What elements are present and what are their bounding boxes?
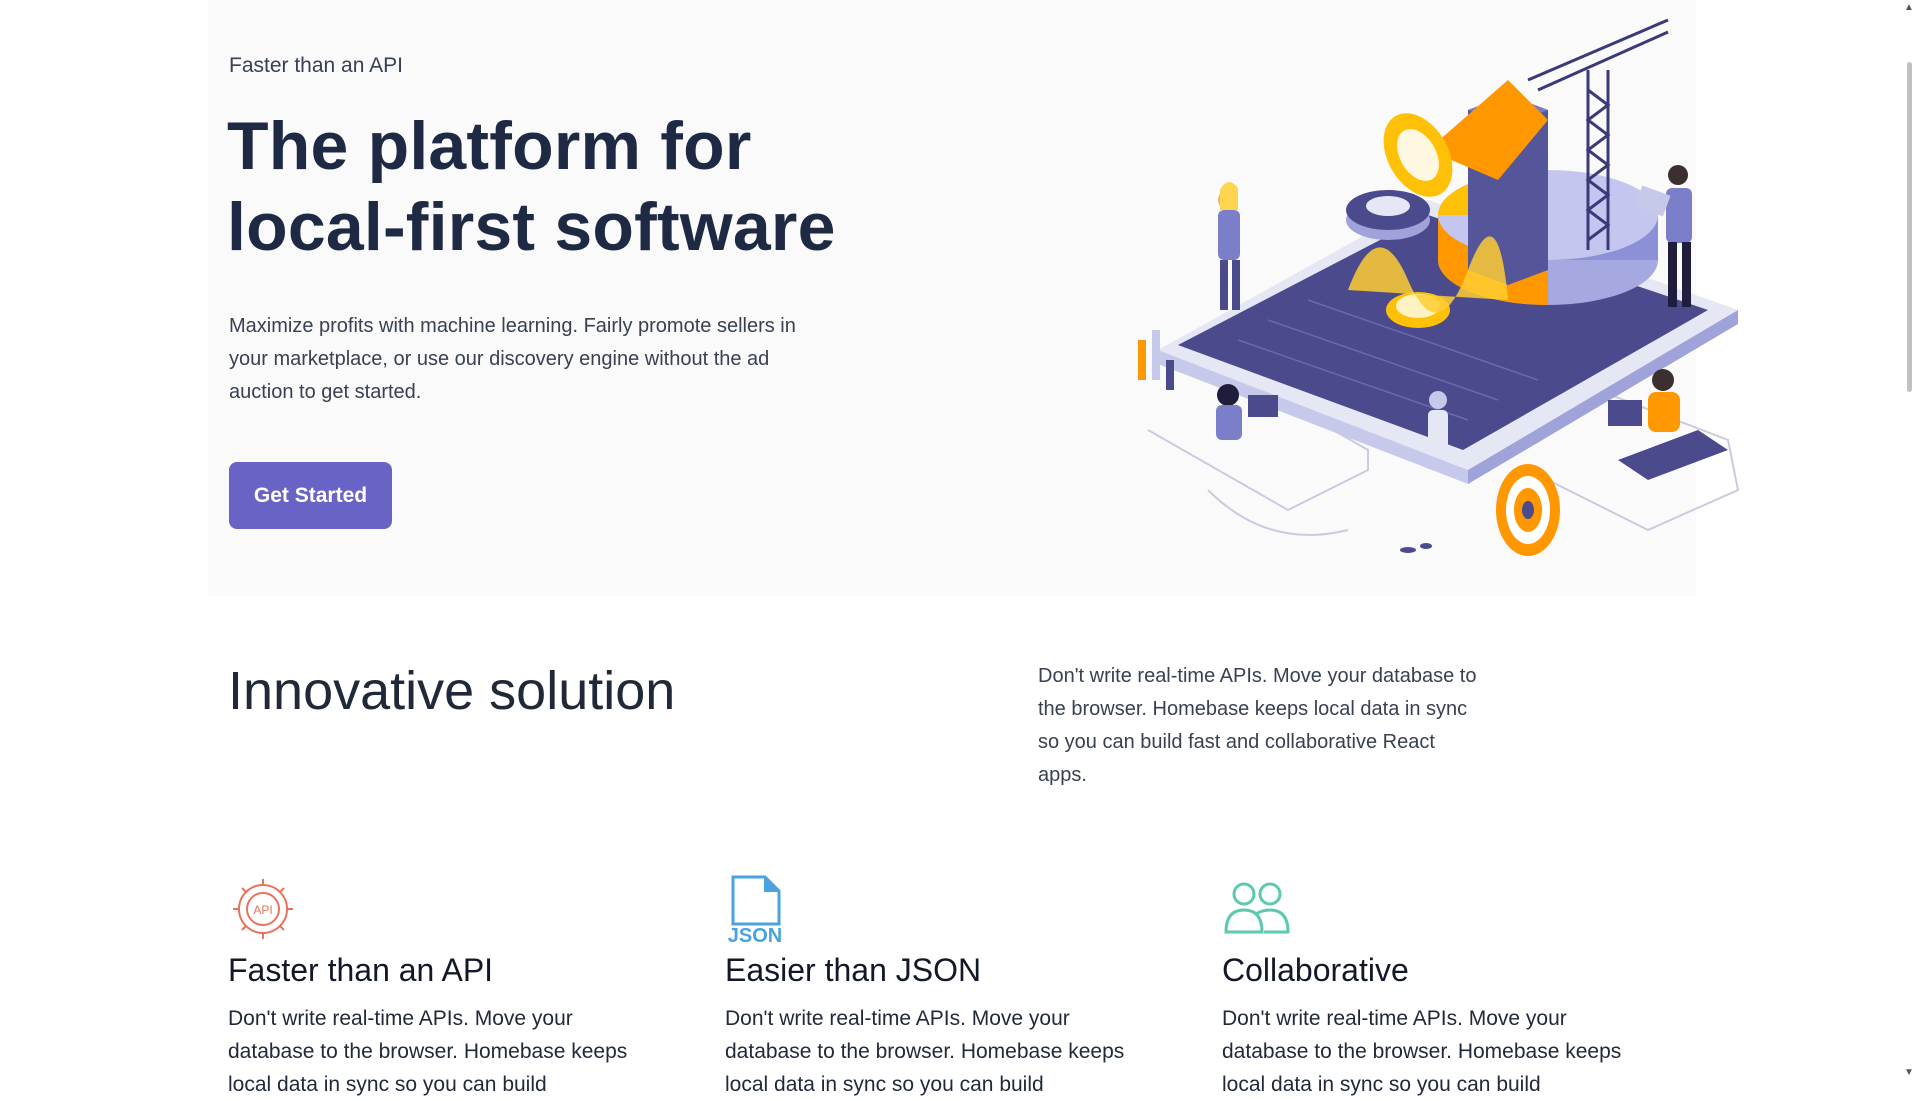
feature-collaborative: Collaborative Don't write real-time APIs… xyxy=(1222,874,1642,1096)
hero-title-line1: The platform for xyxy=(227,108,752,184)
hero-section: Faster than an API The platform for loca… xyxy=(208,0,1740,596)
json-icon-text: JSON xyxy=(728,925,782,944)
api-icon-text: API xyxy=(253,903,272,917)
feature-title: Collaborative xyxy=(1222,952,1409,988)
feature-title: Easier than JSON xyxy=(725,952,982,988)
feature-api: API Faster than an API Don't write real-… xyxy=(228,874,648,1096)
scroll-down-icon[interactable]: ▼ xyxy=(1904,1067,1914,1078)
feature-text: Don't write real-time APIs. Move your da… xyxy=(725,1007,1125,1096)
section-description: Don't write real-time APIs. Move your da… xyxy=(1038,665,1477,786)
get-started-button[interactable]: Get Started xyxy=(229,462,392,529)
hero-eyebrow: Faster than an API xyxy=(229,54,403,77)
feature-text: Don't write real-time APIs. Move your da… xyxy=(228,1007,628,1096)
hero-title-line2: local-first software xyxy=(227,189,836,265)
feature-text: Don't write real-time APIs. Move your da… xyxy=(1222,1007,1622,1096)
feature-title: Faster than an API xyxy=(228,952,494,988)
hero-description: Maximize profits with machine learning. … xyxy=(229,315,796,403)
api-gear-icon: API xyxy=(233,879,293,939)
scroll-up-icon[interactable]: ▲ xyxy=(1904,2,1914,13)
hero-title: The platform for local-first software xyxy=(227,106,947,268)
scrollbar-thumb[interactable] xyxy=(1907,62,1912,392)
users-icon xyxy=(1224,882,1290,934)
json-file-icon: JSON xyxy=(728,875,782,944)
vertical-scrollbar[interactable]: ▲ ▼ xyxy=(1900,0,1920,1080)
feature-json: JSON Easier than JSON Don't write real-t… xyxy=(725,874,1145,1096)
hero-illustration xyxy=(1138,18,1740,556)
section-title: Innovative solution xyxy=(228,661,676,721)
